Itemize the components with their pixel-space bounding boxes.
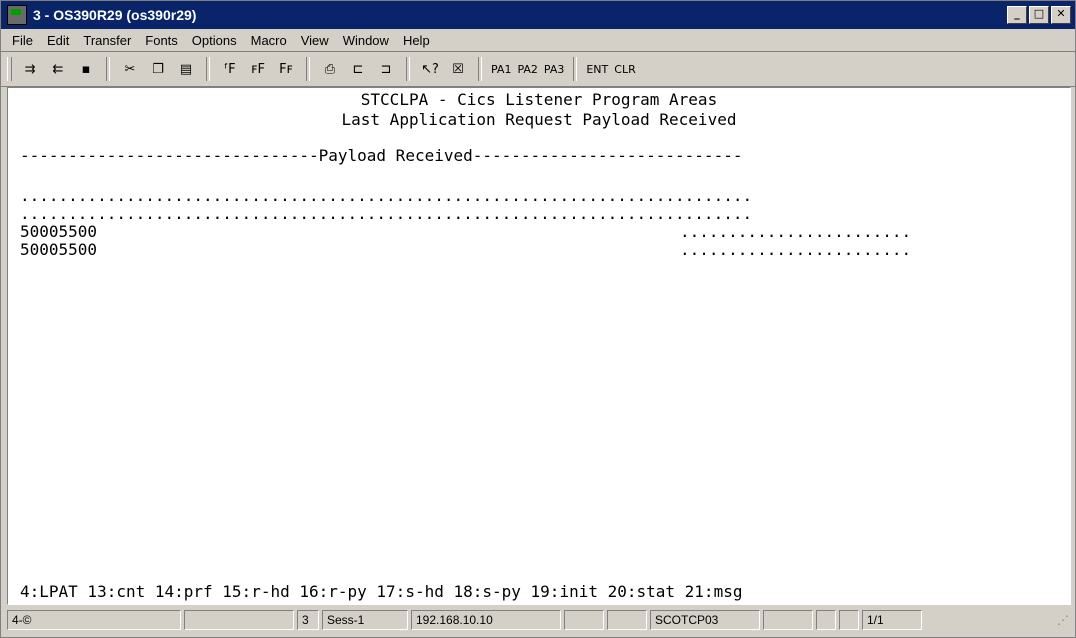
status-cursor-position: 1/1 [862, 610, 922, 630]
status-panel [763, 610, 813, 630]
font-large-icon[interactable]: ᶠF [218, 57, 242, 81]
payload-dots-row: ........................................… [20, 186, 753, 205]
pf-key-legend: 4:LPAT 13:cnt 14:prf 15:r-hd 16:r-py 17:… [20, 582, 743, 601]
paste-icon[interactable]: ▤ [174, 57, 198, 81]
font-small-icon[interactable]: Fꜰ [274, 57, 298, 81]
close-box-icon[interactable]: ☒ [446, 57, 470, 81]
font-medium-icon[interactable]: ꜰF [246, 57, 270, 81]
screen-header-title: STCCLPA - Cics Listener Program Areas [360, 90, 718, 109]
toolbar-separator [106, 57, 110, 81]
status-session-indicator: 4-© [7, 610, 181, 630]
status-session-name: Sess-1 [322, 610, 408, 630]
minimize-icon[interactable]: _ [1007, 6, 1027, 24]
toolbar: ⇉ ⇇ ▪ ✂ ❐ ▤ ᶠF ꜰF Fꜰ ⎙ ⊏ ⊐ ↖? ☒ PA1 PA2 … [1, 52, 1075, 87]
payload-hex-row: 50005500 [20, 240, 98, 259]
status-session-number: 3 [297, 610, 319, 630]
help-pointer-icon[interactable]: ↖? [418, 57, 442, 81]
payload-section-header: -------------------------------Payload R… [20, 146, 743, 165]
resize-grip-icon[interactable]: ⋰ [1057, 613, 1069, 627]
enter-button[interactable]: ENT [583, 63, 611, 76]
receive-file-icon[interactable]: ⇇ [46, 57, 70, 81]
menu-view[interactable]: View [294, 33, 336, 48]
menu-options[interactable]: Options [185, 33, 244, 48]
status-bar: 4-© 3 Sess-1 192.168.10.10 SCOTCP03 1/1 … [7, 607, 1069, 633]
copy-icon[interactable]: ❐ [146, 57, 170, 81]
window-title: 3 - OS390R29 (os390r29) [33, 7, 197, 23]
send-file-icon[interactable]: ⇉ [18, 57, 42, 81]
open-folder-icon[interactable]: ⊏ [346, 57, 370, 81]
toolbar-separator [306, 57, 310, 81]
payload-ascii-row: ........................ [680, 222, 912, 241]
menu-transfer[interactable]: Transfer [76, 33, 138, 48]
open-folder-alt-icon[interactable]: ⊐ [374, 57, 398, 81]
payload-dots-row: ........................................… [20, 204, 753, 223]
menu-fonts[interactable]: Fonts [138, 33, 185, 48]
menu-window[interactable]: Window [336, 33, 396, 48]
menu-help[interactable]: Help [396, 33, 437, 48]
status-panel [607, 610, 647, 630]
status-lu-name: SCOTCP03 [650, 610, 760, 630]
terminal-app-icon[interactable] [7, 5, 27, 25]
menu-edit[interactable]: Edit [40, 33, 76, 48]
terminal-screen[interactable]: STCCLPA - Cics Listener Program Areas La… [7, 87, 1071, 605]
print-icon[interactable]: ⎙ [318, 57, 342, 81]
status-panel [564, 610, 604, 630]
clear-button[interactable]: CLR [611, 63, 638, 76]
toolbar-separator [478, 57, 482, 81]
cut-icon[interactable]: ✂ [118, 57, 142, 81]
maximize-icon[interactable]: □ [1029, 6, 1049, 24]
window-controls: _ □ ✕ [1007, 6, 1071, 24]
status-panel [184, 610, 294, 630]
status-panel [816, 610, 836, 630]
pa1-button[interactable]: PA1 [488, 63, 514, 76]
screen-header-subtitle: Last Application Request Payload Receive… [341, 110, 737, 129]
toolbar-separator [573, 57, 578, 81]
payload-hex-row: 50005500 [20, 222, 98, 241]
menu-macro[interactable]: Macro [244, 33, 294, 48]
toolbar-grip[interactable] [7, 57, 12, 81]
pa2-button[interactable]: PA2 [514, 63, 540, 76]
toolbar-separator [206, 57, 210, 81]
pa3-button[interactable]: PA3 [541, 63, 567, 76]
save-icon[interactable]: ▪ [74, 57, 98, 81]
terminal-window: 3 - OS390R29 (os390r29) _ □ ✕ File Edit … [0, 0, 1076, 638]
status-panel [839, 610, 859, 630]
title-bar[interactable]: 3 - OS390R29 (os390r29) _ □ ✕ [1, 1, 1075, 29]
close-icon[interactable]: ✕ [1051, 6, 1071, 24]
status-host-address: 192.168.10.10 [411, 610, 561, 630]
menu-file[interactable]: File [5, 33, 40, 48]
payload-ascii-row: ........................ [680, 240, 912, 259]
toolbar-separator [406, 57, 410, 81]
menu-bar: File Edit Transfer Fonts Options Macro V… [1, 29, 1075, 52]
